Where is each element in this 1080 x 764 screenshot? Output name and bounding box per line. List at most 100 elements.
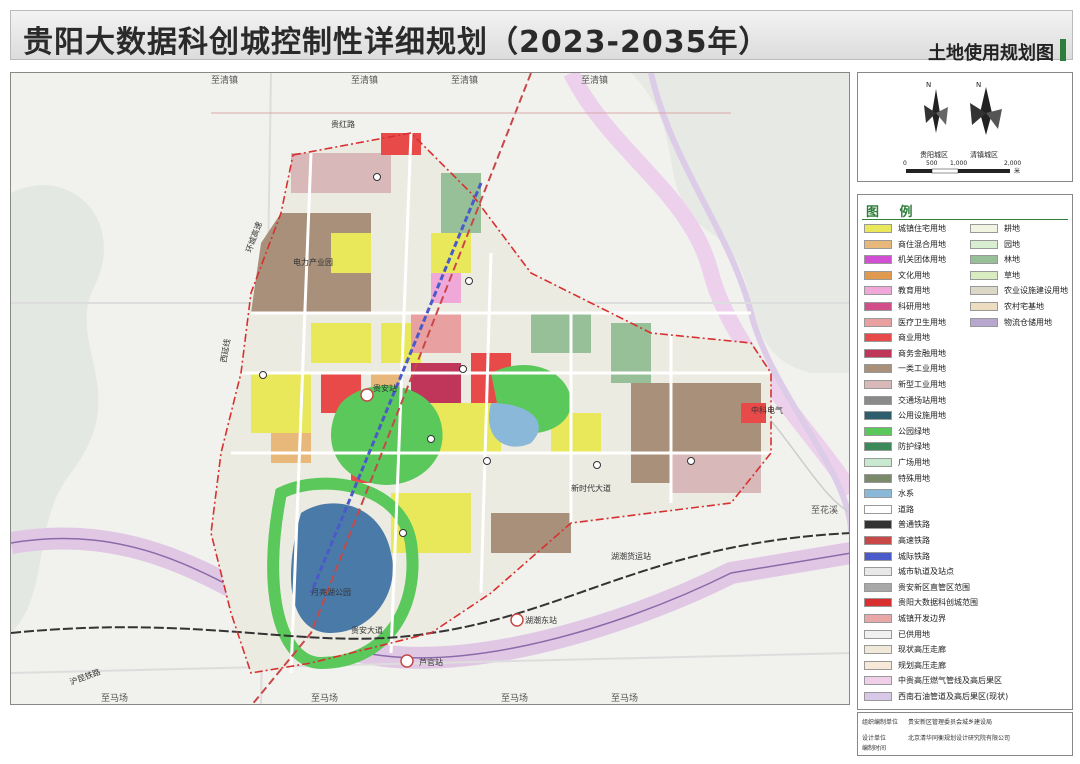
legend-label: 机关团体用地: [898, 255, 946, 265]
road-label: 贵安大道: [351, 625, 383, 635]
legend-swatch: [970, 239, 998, 249]
legend-swatch: [864, 302, 892, 311]
town-label: 至马场: [101, 693, 128, 704]
footer-org-value: 贵安新区管理委员会城乡建设局: [908, 719, 993, 726]
legend-swatch: [864, 692, 892, 701]
legend-label: 道路: [898, 504, 914, 514]
legend-swatch: [970, 224, 998, 233]
compass-graphic: N N 贵阳城区 清镇城区 0 500 1,000 2,000 米: [903, 81, 1021, 175]
legend-label: 医疗卫生用地: [898, 317, 946, 327]
legend-title: 图 例: [866, 205, 921, 220]
park-label: 月亮湖公园: [311, 587, 351, 597]
legend-swatch: [864, 348, 892, 358]
commercial-block: [381, 133, 421, 155]
legend-swatch: [864, 458, 892, 467]
scale-bar: [906, 168, 1010, 174]
legend-label: 普通铁路: [898, 520, 930, 530]
north-arrow-icon: [924, 89, 948, 133]
road-label: 新时代大道: [571, 483, 611, 493]
hub-station: [510, 613, 524, 627]
legend-label: 商住混合用地: [898, 239, 946, 249]
hub-station: [360, 388, 374, 402]
legend-label: 一类工业用地: [898, 364, 946, 374]
town-label: 至马场: [311, 693, 338, 704]
legend-label: 城镇开发边界: [898, 614, 946, 623]
legend-label: 规划高压走廊: [898, 660, 946, 670]
legend-label: 特殊用地: [898, 473, 930, 483]
legend-label: 园地: [1004, 239, 1020, 249]
legend-label: 新型工业用地: [898, 380, 946, 389]
map-subtitle: 土地使用规划图: [928, 43, 1054, 64]
hub-station: [400, 654, 414, 668]
legend-label: 公园绿地: [898, 426, 930, 436]
legend-swatch: [864, 629, 892, 639]
legend-label: 现状高压走廊: [898, 645, 946, 655]
legend-swatch: [864, 598, 892, 608]
legend-swatch: [970, 255, 998, 265]
footer-time-label: 编制时间: [862, 745, 887, 752]
legend-label: 交通场站用地: [898, 395, 946, 405]
north-label: N: [926, 81, 931, 89]
legend-label: 贵安新区直管区范围: [898, 582, 970, 592]
town-label: 至清镇: [451, 74, 478, 86]
title-bar: 贵阳大数据科创城控制性详细规划（2023-2035年） 土地使用规划图: [10, 10, 1073, 64]
scale-tick: 2,000: [1004, 160, 1021, 167]
forest-block: [441, 173, 481, 233]
legend-swatch: [864, 286, 892, 296]
legend-swatch: [864, 473, 892, 483]
legend-swatch: [864, 504, 892, 514]
legend-label: 防护绿地: [898, 442, 930, 452]
north-label: N: [976, 81, 981, 89]
town-label: 至清镇: [211, 74, 238, 86]
legend-label: 草地: [1004, 270, 1020, 280]
footer-panel: 组织编制单位 贵安新区管理委员会城乡建设局 设计单位 北京清华同衡规划设计研究院…: [857, 712, 1073, 756]
station-label: 芦官站: [419, 657, 443, 667]
legend-label: 中贵高压燃气管线及高后果区: [898, 676, 1002, 686]
footer-design-row: 设计单位: [862, 733, 886, 742]
map-canvas: 至清镇 至清镇 至清镇 至清镇 贵红路 环城高速 西延线 月亮湖公园 贵安站 电…: [11, 73, 849, 704]
road-label: 贵红路: [331, 119, 355, 129]
legend-label: 公用设施用地: [898, 411, 946, 421]
legend-swatch: [864, 442, 892, 452]
footer-design-value: 北京清华同衡规划设计研究院有限公司: [908, 735, 1011, 742]
legend-swatch: [864, 224, 892, 233]
legend-swatch: [864, 395, 892, 405]
scale-tick: 1,000: [950, 160, 967, 167]
legend-label: 商务金融用地: [898, 348, 946, 358]
footer-time-row: 编制时间: [862, 743, 886, 752]
legend-swatch: [970, 270, 998, 280]
legend-swatch: [970, 317, 998, 327]
legend-label: 高速铁路: [898, 536, 930, 545]
legend-label: 教育用地: [898, 286, 930, 296]
legend-label: 商业用地: [898, 333, 930, 343]
area-label: 中科电气: [751, 405, 783, 415]
park-green: [331, 385, 443, 485]
wind-rose-icon: [970, 87, 1002, 135]
area-label: 电力产业园: [293, 257, 333, 267]
legend-swatch: [970, 302, 998, 311]
footer-org-label: 组织编制单位: [862, 719, 899, 726]
legend-swatch: [864, 333, 892, 343]
legend-label: 城市轨道及站点: [898, 567, 954, 577]
scale-tick: 500: [926, 160, 938, 167]
station-label: 湖潮货运站: [611, 551, 651, 561]
land-use-map[interactable]: 至清镇 至清镇 至清镇 至清镇 贵红路 环城高速 西延线 月亮湖公园 贵安站 电…: [10, 72, 850, 705]
legend-label: 耕地: [1004, 224, 1020, 233]
town-label: 至清镇: [581, 74, 608, 86]
legend-swatch: [864, 270, 892, 280]
legend-swatch: [864, 380, 892, 389]
map-title: 贵阳大数据科创城控制性详细规划（2023-2035年）: [23, 25, 770, 60]
legend-swatch: [864, 551, 892, 561]
new-industry-block: [291, 153, 391, 193]
legend-label: 林地: [1004, 255, 1020, 265]
legend-label: 农村宅基地: [1004, 302, 1044, 311]
legend-swatch: [864, 426, 892, 436]
forest-block: [531, 313, 591, 353]
legend-divider: [862, 219, 1068, 220]
legend-swatch: [864, 676, 892, 686]
residential-block: [311, 323, 371, 363]
legend-swatch: [864, 614, 892, 623]
legend-swatch: [864, 645, 892, 655]
town-label: 至花溪: [811, 504, 838, 516]
legend-swatch: [864, 567, 892, 577]
